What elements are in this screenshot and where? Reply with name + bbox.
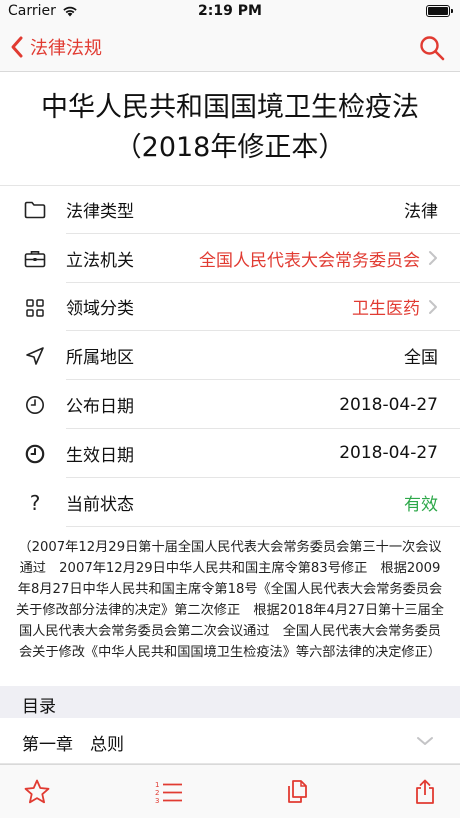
- legislative-history: （2007年12月29日第十届全国人民代表大会常务委员会第三十一次会议通过 20…: [16, 540, 444, 660]
- chevron-right-icon: [429, 251, 437, 266]
- info-label: 法律类型: [66, 201, 134, 222]
- battery-icon: [426, 5, 453, 17]
- location-arrow-icon: [24, 345, 46, 367]
- toc-header-label: 目录: [22, 697, 56, 717]
- chevron-left-icon: [11, 36, 23, 58]
- info-label: 生效日期: [66, 445, 134, 466]
- info-row-region: 所属地区 全国: [0, 331, 460, 380]
- info-row-type: 法律类型 法律: [0, 185, 460, 234]
- clock-filled-icon: [24, 443, 46, 465]
- navigation-bar: 法律法规: [0, 22, 460, 72]
- grid-icon: [24, 297, 46, 319]
- info-label: 领域分类: [66, 299, 134, 320]
- info-value: 全国: [404, 348, 438, 369]
- info-row-publish-date: 公布日期 2018-04-27: [0, 380, 460, 429]
- chevron-down-icon: [417, 737, 433, 745]
- status-bar: Carrier 2:19 PM: [0, 0, 460, 22]
- info-value-link[interactable]: 全国人民代表大会常务委员会: [199, 246, 420, 271]
- svg-text:2: 2: [155, 789, 159, 797]
- folder-icon: [24, 199, 46, 221]
- back-label: 法律法规: [30, 38, 102, 59]
- status-time: 2:19 PM: [198, 3, 262, 19]
- info-row-effective-date: 生效日期 2018-04-27: [0, 429, 460, 478]
- chevron-right-icon: [429, 299, 437, 314]
- law-info-list: 法律类型 法律 立法机关 全国人民代表大会常务委员会 领域分类 卫生医药 所属地…: [0, 185, 460, 527]
- search-button[interactable]: [418, 34, 446, 62]
- info-label: 所属地区: [66, 348, 134, 369]
- info-value: 法律: [404, 201, 438, 222]
- numbered-list-icon: 1 2 3: [155, 781, 182, 805]
- info-label: 立法机关: [66, 250, 134, 271]
- toc-item-label: 第一章 总则: [22, 735, 124, 755]
- copy-button[interactable]: [282, 777, 312, 807]
- info-label: 当前状态: [66, 494, 134, 515]
- svg-text:1: 1: [155, 781, 159, 789]
- search-icon: [420, 36, 445, 61]
- law-title: 中华人民共和国国境卫生检疫法（2018年修正本）: [41, 92, 419, 163]
- back-button[interactable]: 法律法规: [10, 34, 102, 60]
- info-value: 2018-04-27: [339, 394, 438, 415]
- copy-icon: [288, 780, 307, 803]
- toc-list-button[interactable]: 1 2 3: [154, 777, 184, 807]
- favorite-button[interactable]: [22, 777, 52, 807]
- info-row-category[interactable]: 领域分类 卫生医药: [0, 283, 460, 332]
- info-value-link[interactable]: 卫生医药: [352, 294, 420, 319]
- info-value: 2018-04-27: [339, 443, 438, 464]
- clock-outline-icon: [24, 394, 46, 416]
- status-value: 有效: [404, 494, 438, 515]
- bottom-toolbar: 1 2 3: [0, 764, 460, 818]
- toc-item[interactable]: 第一章 总则: [0, 718, 460, 764]
- briefcase-icon: [24, 248, 46, 270]
- share-button[interactable]: [410, 777, 440, 807]
- info-row-status: ? 当前状态 有效: [0, 478, 460, 527]
- share-icon: [416, 779, 434, 804]
- svg-text:3: 3: [155, 797, 159, 805]
- star-icon: [24, 779, 50, 804]
- info-row-legislature[interactable]: 立法机关 全国人民代表大会常务委员会: [0, 234, 460, 283]
- info-label: 公布日期: [66, 397, 134, 418]
- toc-header: 目录: [0, 686, 460, 718]
- question-icon: ?: [29, 490, 41, 515]
